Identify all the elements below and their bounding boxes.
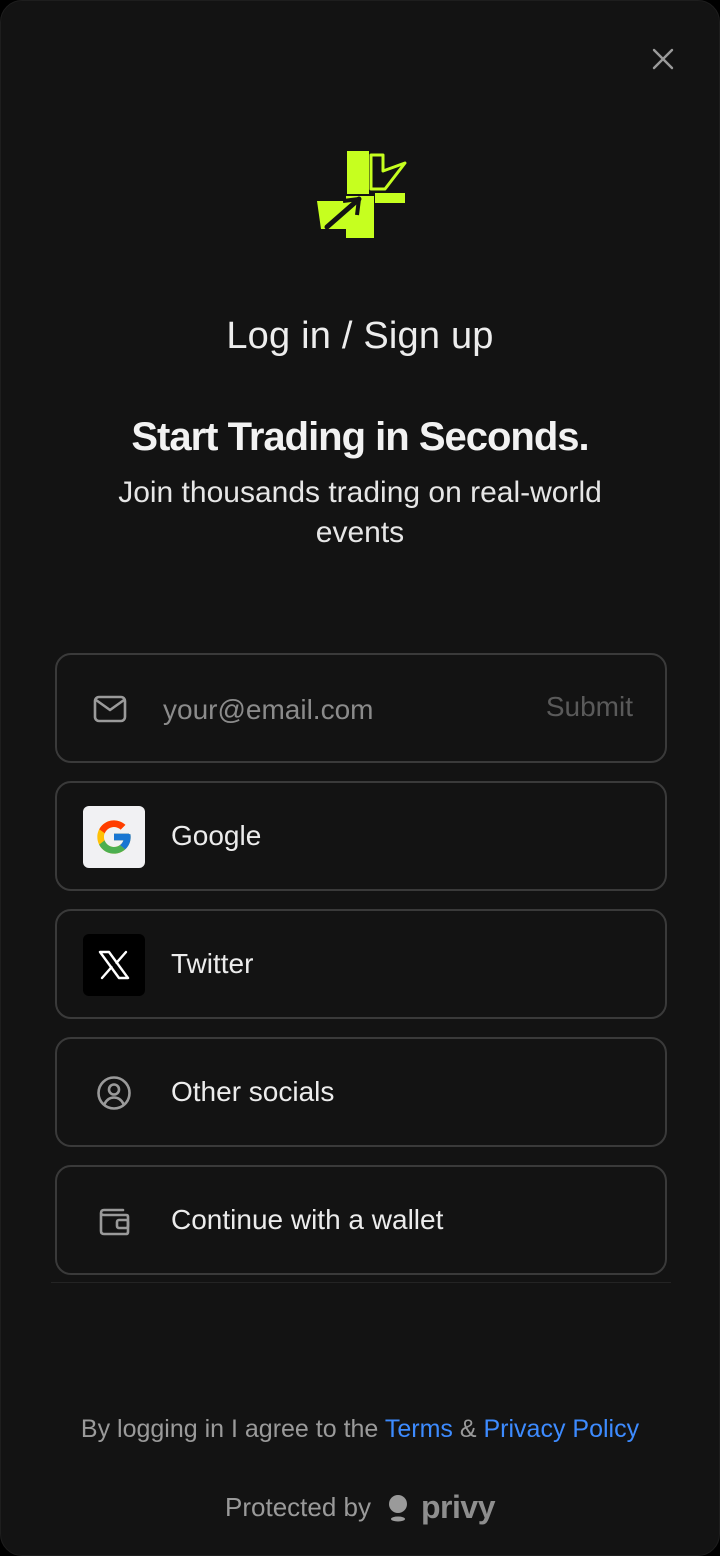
google-label: Google: [171, 820, 262, 851]
user-circle-icon: [97, 1076, 131, 1110]
privy-wordmark: privy: [421, 1489, 495, 1525]
email-input[interactable]: [161, 685, 505, 735]
legal-prefix: By logging in I agree to the: [80, 1415, 379, 1443]
google-login-button[interactable]: Google: [55, 781, 667, 891]
modal-title: Log in / Sign up: [226, 315, 494, 357]
email-login-row: Submit: [55, 653, 667, 763]
close-button[interactable]: [643, 39, 683, 79]
terms-link[interactable]: Terms: [385, 1415, 453, 1443]
protected-by-label: Protected by: [225, 1492, 371, 1522]
mail-icon: [93, 695, 127, 723]
brand-logo: [317, 151, 407, 240]
wallet-icon-box: [83, 1190, 145, 1252]
google-icon-box: [83, 806, 145, 868]
privacy-policy-link[interactable]: Privacy Policy: [484, 1415, 640, 1443]
twitter-login-button[interactable]: Twitter: [55, 909, 667, 1019]
headline: Start Trading in Seconds.: [131, 415, 589, 459]
protected-by: Protected by privy: [1, 1489, 719, 1526]
divider: [51, 1282, 671, 1283]
legal-text: By logging in I agree to the Terms & Pri…: [1, 1415, 719, 1444]
login-modal: Log in / Sign up Start Trading in Second…: [0, 0, 720, 1556]
other-socials-label: Other socials: [171, 1076, 335, 1107]
wallet-label: Continue with a wallet: [171, 1204, 444, 1235]
other-socials-button[interactable]: Other socials: [55, 1037, 667, 1147]
google-icon: [97, 820, 131, 854]
close-icon: [652, 48, 674, 70]
user-circle-icon-box: [83, 1062, 145, 1124]
wallet-login-button[interactable]: Continue with a wallet: [55, 1165, 667, 1275]
twitter-label: Twitter: [171, 948, 254, 979]
wallet-icon: [99, 1208, 130, 1236]
privy-logo-icon: [389, 1494, 407, 1521]
submit-button[interactable]: Submit: [546, 691, 633, 723]
subheadline: Join thousands trading on real-world eve…: [118, 476, 602, 549]
ampersand: &: [459, 1415, 477, 1443]
x-icon: [98, 950, 130, 980]
x-icon-box: [83, 934, 145, 996]
